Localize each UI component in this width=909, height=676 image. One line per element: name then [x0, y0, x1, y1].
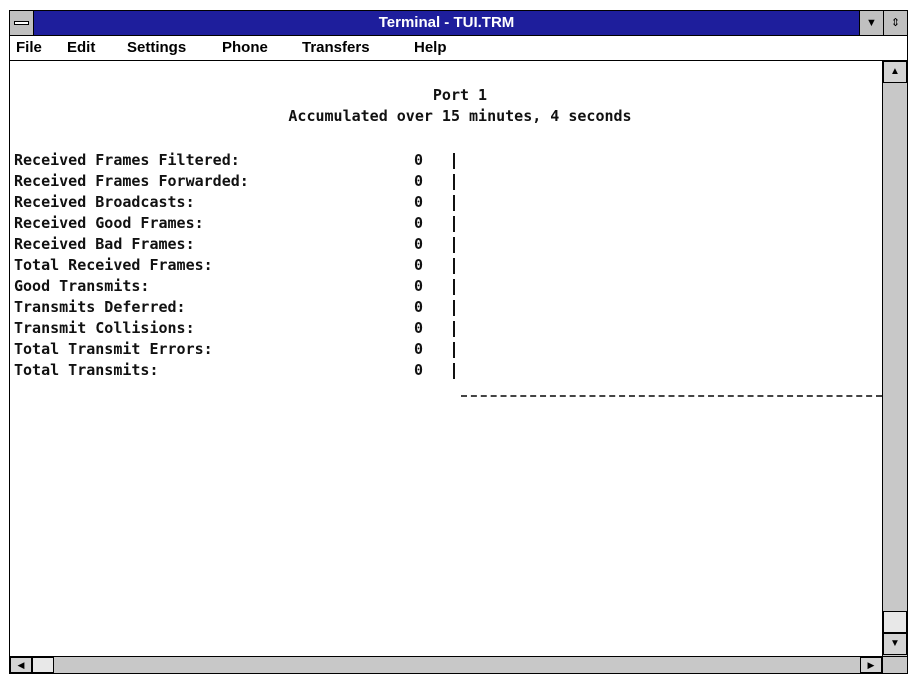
stat-value: 0	[414, 235, 424, 253]
stat-divider	[453, 237, 455, 253]
horizontal-scroll-thumb[interactable]	[32, 657, 54, 673]
stat-label: Transmits Deferred:	[14, 298, 186, 316]
stat-label: Received Bad Frames:	[14, 235, 195, 253]
stat-label: Received Frames Forwarded:	[14, 172, 249, 190]
menu-edit[interactable]: Edit	[67, 36, 95, 60]
dashed-separator	[461, 395, 882, 397]
menu-file[interactable]: File	[16, 36, 42, 60]
stat-label: Total Received Frames:	[14, 256, 213, 274]
stat-label: Total Transmits:	[14, 361, 159, 379]
terminal-screen[interactable]: Port 1 Accumulated over 15 minutes, 4 se…	[10, 61, 882, 656]
system-menu-icon[interactable]	[10, 11, 34, 35]
stat-value: 0	[414, 277, 424, 295]
stat-label: Transmit Collisions:	[14, 319, 195, 337]
stat-value: 0	[414, 193, 424, 211]
up-down-triangle-icon: ⇕	[890, 17, 901, 29]
stat-divider	[453, 342, 455, 358]
menu-bar: File Edit Settings Phone Transfers Help	[10, 36, 907, 61]
stat-divider	[453, 363, 455, 379]
stat-value: 0	[414, 172, 424, 190]
stat-label: Total Transmit Errors:	[14, 340, 213, 358]
scroll-left-button[interactable]: ◀	[10, 657, 32, 673]
stat-divider	[453, 321, 455, 337]
scroll-right-button[interactable]: ▶	[860, 657, 882, 673]
menu-settings[interactable]: Settings	[127, 36, 186, 60]
up-arrow-icon: ▲	[890, 66, 900, 77]
left-arrow-icon: ◀	[17, 660, 25, 670]
vertical-scroll-thumb[interactable]	[883, 611, 907, 633]
stat-value: 0	[414, 256, 424, 274]
stat-divider	[453, 174, 455, 190]
menu-phone[interactable]: Phone	[222, 36, 268, 60]
stat-divider	[453, 279, 455, 295]
stat-label: Good Transmits:	[14, 277, 150, 295]
vertical-scrollbar[interactable]: ▲ ▼	[882, 61, 907, 656]
stat-divider	[453, 216, 455, 232]
scroll-down-button[interactable]: ▼	[883, 633, 907, 655]
terminal-window: Terminal - TUI.TRM ▼ ⇕ File Edit Setting…	[9, 10, 908, 674]
stat-divider	[453, 300, 455, 316]
down-triangle-icon: ▼	[866, 17, 877, 29]
menu-transfers[interactable]: Transfers	[302, 36, 370, 60]
port-heading: Port 1	[432, 86, 488, 104]
stat-value: 0	[414, 340, 424, 358]
stat-value: 0	[414, 361, 424, 379]
stat-value: 0	[414, 298, 424, 316]
stat-divider	[453, 258, 455, 274]
scrollbar-corner	[882, 656, 907, 673]
horizontal-scrollbar[interactable]: ◀ ▶	[10, 656, 882, 673]
scroll-up-button[interactable]: ▲	[883, 61, 907, 83]
stat-label: Received Broadcasts:	[14, 193, 195, 211]
stat-label: Received Frames Filtered:	[14, 151, 240, 169]
accumulated-line: Accumulated over 15 minutes, 4 seconds	[288, 107, 632, 125]
stat-divider	[453, 195, 455, 211]
right-arrow-icon: ▶	[867, 660, 875, 670]
stat-value: 0	[414, 319, 424, 337]
stat-value: 0	[414, 214, 424, 232]
down-arrow-icon: ▼	[890, 638, 900, 649]
title-bar[interactable]: Terminal - TUI.TRM ▼ ⇕	[10, 11, 907, 36]
stat-divider	[453, 153, 455, 169]
window-title: Terminal - TUI.TRM	[378, 14, 515, 31]
stat-value: 0	[414, 151, 424, 169]
maximize-button[interactable]: ⇕	[883, 11, 907, 35]
system-menu-bar-glyph	[14, 21, 29, 25]
stat-label: Received Good Frames:	[14, 214, 204, 232]
menu-help[interactable]: Help	[414, 36, 447, 60]
minimize-button[interactable]: ▼	[859, 11, 883, 35]
